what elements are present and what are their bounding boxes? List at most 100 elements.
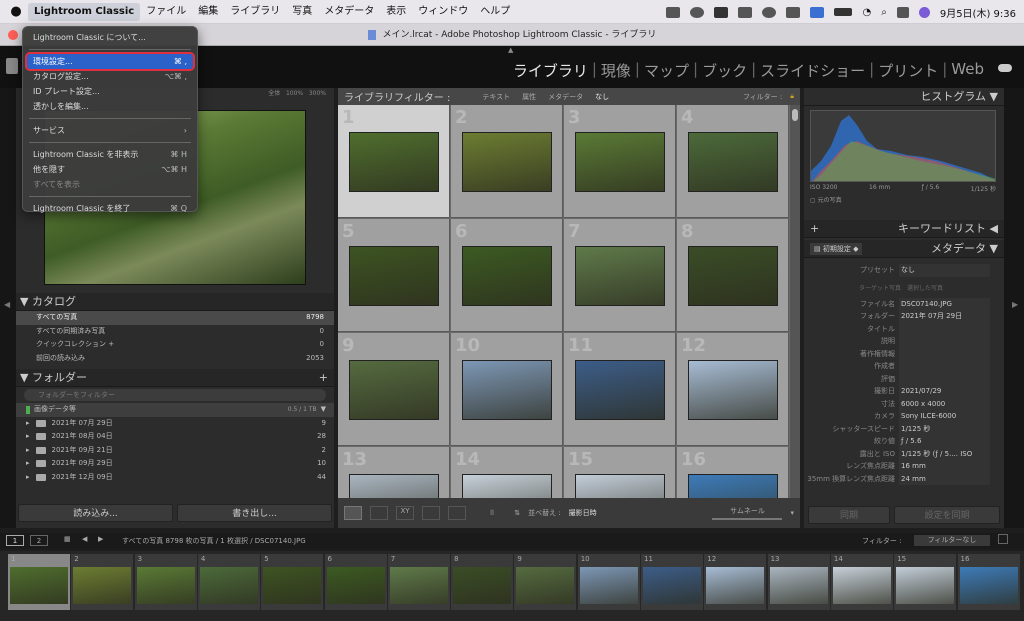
grid-cell[interactable]: 10 xyxy=(451,333,563,446)
loupe-view-icon[interactable] xyxy=(370,506,388,520)
photo-thumbnail[interactable] xyxy=(575,360,665,420)
control-center-icon[interactable] xyxy=(896,6,909,18)
painter-icon[interactable]: ⌷ xyxy=(490,509,494,518)
grid-cell[interactable]: 8 xyxy=(677,219,789,332)
grid-icon[interactable]: ▦ xyxy=(64,535,71,543)
histogram-header[interactable]: ヒストグラム ▼ xyxy=(804,88,1004,106)
grid-cell[interactable]: 9 xyxy=(338,333,450,446)
menu-library[interactable]: ライブラリ xyxy=(224,3,286,21)
metadata-field-value[interactable]: 2021年 07月 29日 xyxy=(899,310,990,323)
forward-arrow-icon[interactable]: ▶ xyxy=(98,535,103,543)
window-1-button[interactable]: 1 xyxy=(6,535,24,546)
histogram[interactable] xyxy=(810,110,996,182)
filmstrip-cell[interactable]: 8 xyxy=(451,554,514,610)
grid-cell[interactable]: 5 xyxy=(338,219,450,332)
menu-item-edit-watermarks[interactable]: 透かしを編集... xyxy=(27,99,193,114)
sort-direction-icon[interactable]: ⇅ xyxy=(514,509,520,517)
filmstrip-cell[interactable]: 16 xyxy=(957,554,1020,610)
filmstrip-cell[interactable]: 7 xyxy=(387,554,450,610)
status-sync-icon[interactable] xyxy=(738,6,753,18)
filmstrip-cell[interactable]: 11 xyxy=(641,554,703,610)
filmstrip-thumbnail[interactable] xyxy=(832,567,891,604)
metadata-field-value[interactable]: 6000 x 4000 xyxy=(899,397,990,410)
metadata-header[interactable]: ▤ 初期設定 ◆ メタデータ ▼ xyxy=(804,240,1004,258)
window-2-button[interactable]: 2 xyxy=(30,535,48,546)
filmstrip-cell[interactable]: 10 xyxy=(577,554,640,610)
filmstrip-cell[interactable]: 2 xyxy=(71,554,134,610)
folder-item[interactable]: ▸ 2021年 09月 21日 2 xyxy=(16,444,334,458)
grid-cell[interactable]: 12 xyxy=(677,333,789,446)
photo-thumbnail[interactable] xyxy=(349,474,439,498)
filmstrip-thumbnail[interactable] xyxy=(136,567,195,604)
module-slideshow[interactable]: スライドショー xyxy=(760,60,865,81)
folder-item[interactable]: ▸ 2021年 08月 04日 28 xyxy=(16,430,334,444)
wifi-icon[interactable]: ◔ xyxy=(862,7,871,18)
photo-thumbnail[interactable] xyxy=(462,132,552,192)
filmstrip-thumbnail[interactable] xyxy=(579,567,638,604)
add-keyword-icon[interactable]: + xyxy=(810,220,819,237)
back-arrow-icon[interactable]: ◀ xyxy=(82,535,87,543)
menu-item-about[interactable]: Lightroom Classic について... xyxy=(27,30,193,45)
grid-cell[interactable]: 11 xyxy=(564,333,676,446)
sync-button[interactable]: 同期 xyxy=(808,506,890,524)
photo-thumbnail[interactable] xyxy=(349,246,439,306)
input-method-icon[interactable] xyxy=(810,6,825,18)
grid-cell[interactable]: 14 xyxy=(451,447,563,498)
filmstrip-thumbnail[interactable] xyxy=(706,567,765,604)
metadata-field-value[interactable] xyxy=(899,360,990,373)
metadata-field-value[interactable] xyxy=(899,335,990,348)
filter-tab-metadata[interactable]: メタデータ xyxy=(548,92,583,102)
catalog-item[interactable]: 前回の読み込み 2053 xyxy=(16,352,334,366)
photo-thumbnail[interactable] xyxy=(462,474,552,498)
disclosure-icon[interactable]: ▸ xyxy=(26,444,30,458)
metadata-field-value[interactable]: 1/125 秒 (ƒ / 5.... ISO 3200 xyxy=(899,447,990,470)
siri-icon[interactable] xyxy=(918,6,930,18)
cloud-sync-icon[interactable] xyxy=(998,64,1012,72)
status-dropbox-icon[interactable] xyxy=(714,6,729,18)
filmstrip-thumbnail[interactable] xyxy=(10,567,68,604)
import-button[interactable]: 読み込み... xyxy=(18,504,173,522)
menu-item-catalog-settings[interactable]: カタログ設定... ⌥⌘ , xyxy=(27,69,193,84)
module-map[interactable]: マップ xyxy=(644,60,689,81)
lock-icon[interactable]: 🔒︎ xyxy=(790,92,794,101)
right-edge[interactable]: ▶ xyxy=(1004,88,1024,528)
metadata-field-value[interactable]: 16 mm xyxy=(899,460,990,473)
export-button[interactable]: 書き出し... xyxy=(177,504,332,522)
filmstrip-source-path[interactable]: すべての写真 8798 枚の写真 / 1 枚選択 / DSC07140.JPG xyxy=(122,536,306,546)
catalog-header[interactable]: ▼ カタログ xyxy=(16,293,334,311)
metadata-field-value[interactable]: ƒ / 5.6 xyxy=(899,435,990,448)
filmstrip-cell[interactable]: 5 xyxy=(261,554,324,610)
status-line-icon[interactable] xyxy=(762,6,777,18)
photo-thumbnail[interactable] xyxy=(688,132,778,192)
disclosure-icon[interactable]: ▸ xyxy=(26,430,30,444)
zoom-fit[interactable]: 全体 xyxy=(268,90,280,97)
module-web[interactable]: Web xyxy=(951,60,984,81)
grid-cell[interactable]: 3 xyxy=(564,105,676,218)
add-folder-icon[interactable]: + xyxy=(319,369,328,386)
metadata-field-value[interactable]: 1/125 秒 xyxy=(899,422,990,435)
compare-view-icon[interactable]: XY xyxy=(396,506,414,520)
left-panel-toggle-icon[interactable]: ◀ xyxy=(4,300,10,309)
menu-item-services[interactable]: サービス › xyxy=(27,123,193,138)
catalog-item[interactable]: すべての同期済み写真 0 xyxy=(16,325,334,339)
photo-thumbnail[interactable] xyxy=(688,246,778,306)
grid-cell[interactable]: 6 xyxy=(451,219,563,332)
panel-collapse-arrow-icon[interactable]: ▲ xyxy=(508,46,513,54)
menu-window[interactable]: ウィンドウ xyxy=(412,3,474,21)
disclosure-icon[interactable]: ▸ xyxy=(26,417,30,431)
grid-cell[interactable]: 15 xyxy=(564,447,676,498)
photo-thumbnail[interactable] xyxy=(688,474,778,498)
photo-thumbnail[interactable] xyxy=(349,132,439,192)
filmstrip-cell[interactable]: 12 xyxy=(704,554,767,610)
keyword-list-header[interactable]: + キーワードリスト ◀ xyxy=(804,220,1004,238)
grid-scroll-thumb[interactable] xyxy=(792,109,798,121)
filmstrip-cell[interactable]: 9 xyxy=(514,554,577,610)
metadata-preset-value[interactable]: なし xyxy=(899,264,990,277)
zoom-300[interactable]: 300% xyxy=(309,90,326,97)
grid-cell[interactable]: 4 xyxy=(677,105,789,218)
menu-metadata[interactable]: メタデータ xyxy=(318,3,380,21)
filmstrip-thumbnail[interactable] xyxy=(516,567,575,604)
status-app-icon[interactable] xyxy=(666,6,681,18)
filmstrip-thumbnail[interactable] xyxy=(453,567,512,604)
menu-item-quit[interactable]: Lightroom Classic を終了 ⌘ Q xyxy=(27,201,193,216)
